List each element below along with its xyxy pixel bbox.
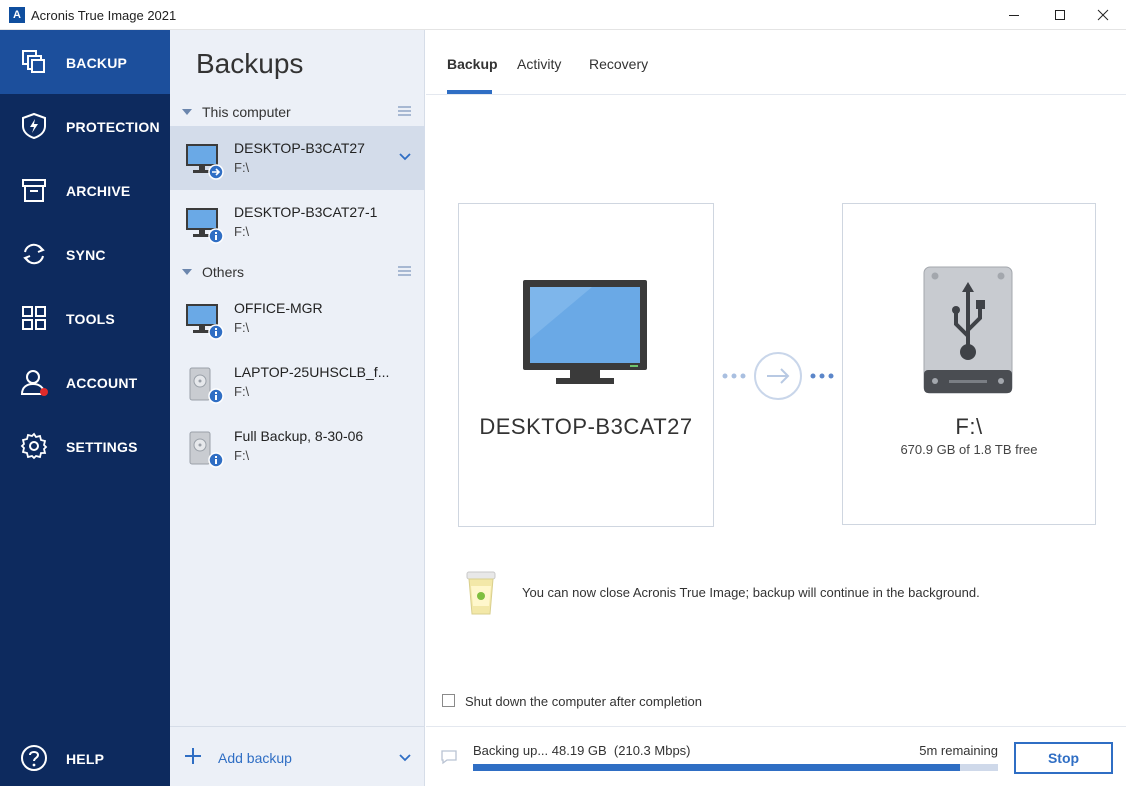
app-logo-icon: A: [9, 7, 25, 23]
chevron-down-icon[interactable]: [399, 152, 411, 162]
destination-free-space: 670.9 GB of 1.8 TB free: [900, 442, 1038, 457]
menu-icon[interactable]: [398, 266, 411, 276]
sync-icon: [23, 243, 45, 265]
monitor-icon: [186, 304, 224, 340]
shutdown-label: Shut down the computer after completion: [465, 694, 703, 709]
main-nav: BACKUP PROTECTION ARCHIVE SYNC TOOLS ACC…: [0, 30, 170, 786]
backup-icon: [22, 50, 45, 73]
tab-bar: Backup Activity Recovery: [426, 30, 1126, 95]
nav-item-protection[interactable]: PROTECTION: [0, 94, 170, 158]
chevron-down-icon[interactable]: [399, 753, 411, 763]
maximize-icon: [1055, 10, 1065, 20]
nav-label-protection: PROTECTION: [66, 119, 160, 135]
close-button[interactable]: [1080, 0, 1126, 30]
nav-item-archive[interactable]: ARCHIVE: [0, 158, 170, 222]
nav-label-help: HELP: [66, 751, 105, 767]
notice-text: You can now close Acronis True Image; ba…: [522, 585, 980, 600]
backup-item-dest: F:\: [234, 448, 250, 463]
backup-item-dest: F:\: [234, 384, 250, 399]
backup-item-name: LAPTOP-25UHSCLB_f...: [234, 364, 390, 380]
hard-drive-icon: [189, 431, 224, 468]
destination-name: F:\: [955, 414, 983, 439]
source-name: DESKTOP-B3CAT27: [479, 414, 693, 439]
comment-icon[interactable]: [440, 749, 458, 765]
backups-list-panel: Backups This computer DESKTOP-B3CAT27 F:…: [170, 30, 425, 786]
status-bar: Backing up... 48.19 GB (210.3 Mbps) 5m r…: [426, 726, 1126, 786]
caret-down-icon: [182, 109, 192, 115]
nav-label-tools: TOOLS: [66, 311, 115, 327]
archive-box-icon: [22, 179, 46, 202]
nav-item-settings[interactable]: SETTINGS: [0, 414, 170, 478]
nav-item-tools[interactable]: TOOLS: [0, 286, 170, 350]
add-backup-button[interactable]: Add backup: [170, 726, 425, 786]
backup-status-text: Backing up... 48.19 GB (210.3 Mbps): [473, 743, 691, 758]
time-remaining: 5m remaining: [919, 743, 998, 758]
shutdown-checkbox[interactable]: [442, 694, 455, 707]
desktop-monitor-icon: [523, 280, 647, 384]
window-title: Acronis True Image 2021: [31, 8, 177, 23]
backup-item-laptop[interactable]: LAPTOP-25UHSCLB_f... F:\: [170, 350, 425, 414]
nav-label-backup: BACKUP: [66, 55, 128, 71]
backup-item-office-mgr[interactable]: OFFICE-MGR F:\: [170, 286, 425, 350]
main-content: Backup Activity Recovery DESKTOP-B3CAT27: [426, 30, 1126, 786]
nav-item-sync[interactable]: SYNC: [0, 222, 170, 286]
close-icon: [1097, 9, 1109, 21]
nav-label-archive: ARCHIVE: [66, 183, 131, 199]
monitor-icon: [186, 144, 224, 180]
tab-backup[interactable]: Backup: [447, 56, 498, 72]
tab-activity[interactable]: Activity: [517, 56, 561, 72]
plus-icon: [185, 748, 201, 764]
source-card[interactable]: DESKTOP-B3CAT27: [458, 203, 714, 527]
nav-item-backup[interactable]: BACKUP: [0, 30, 170, 94]
title-bar: A Acronis True Image 2021: [0, 0, 1126, 30]
account-user-icon: [20, 370, 48, 396]
background-notice: You can now close Acronis True Image; ba…: [462, 566, 1082, 616]
nav-item-help[interactable]: HELP: [0, 726, 170, 786]
group-label: Others: [202, 264, 245, 280]
group-header-this-computer[interactable]: This computer: [170, 100, 425, 126]
backup-item-desktop-b3cat27[interactable]: DESKTOP-B3CAT27 F:\: [170, 126, 425, 190]
minimize-icon: [1009, 15, 1019, 16]
usb-drive-icon: [923, 266, 1013, 394]
nav-item-account[interactable]: ACCOUNT: [0, 350, 170, 414]
monitor-icon: [186, 208, 224, 244]
stop-button[interactable]: Stop: [1014, 742, 1113, 774]
nav-label-account: ACCOUNT: [66, 375, 138, 391]
backup-item-name: DESKTOP-B3CAT27: [234, 140, 365, 156]
tools-grid-icon: [22, 306, 46, 330]
flow-arrow: [722, 352, 834, 400]
progress-fill: [473, 764, 960, 771]
backup-item-desktop-b3cat27-1[interactable]: DESKTOP-B3CAT27-1 F:\: [170, 190, 425, 254]
menu-icon[interactable]: [398, 106, 411, 116]
backup-item-full-backup[interactable]: Full Backup, 8-30-06 F:\: [170, 414, 425, 478]
group-label: This computer: [202, 104, 291, 120]
maximize-button[interactable]: [1037, 0, 1083, 30]
backup-item-dest: F:\: [234, 320, 250, 335]
add-backup-label: Add backup: [218, 750, 292, 766]
group-header-others[interactable]: Others: [170, 260, 425, 286]
caret-down-icon: [182, 269, 192, 275]
coffee-cup-icon: [466, 571, 496, 615]
nav-label-sync: SYNC: [66, 247, 106, 263]
tab-recovery[interactable]: Recovery: [589, 56, 648, 72]
backup-item-dest: F:\: [234, 160, 250, 175]
backups-title: Backups: [196, 48, 304, 79]
shield-icon: [22, 112, 46, 140]
progress-bar: [473, 764, 998, 771]
destination-card[interactable]: F:\ 670.9 GB of 1.8 TB free: [842, 203, 1096, 525]
gear-icon: [20, 432, 48, 460]
help-icon: [21, 745, 47, 771]
minimize-button[interactable]: [991, 0, 1037, 30]
backup-item-dest: F:\: [234, 224, 250, 239]
backup-item-name: Full Backup, 8-30-06: [234, 428, 364, 444]
hard-drive-icon: [189, 367, 224, 404]
backup-item-name: DESKTOP-B3CAT27-1: [234, 204, 378, 220]
backup-item-name: OFFICE-MGR: [234, 300, 323, 316]
nav-label-settings: SETTINGS: [66, 439, 138, 455]
active-tab-indicator: [447, 90, 492, 94]
